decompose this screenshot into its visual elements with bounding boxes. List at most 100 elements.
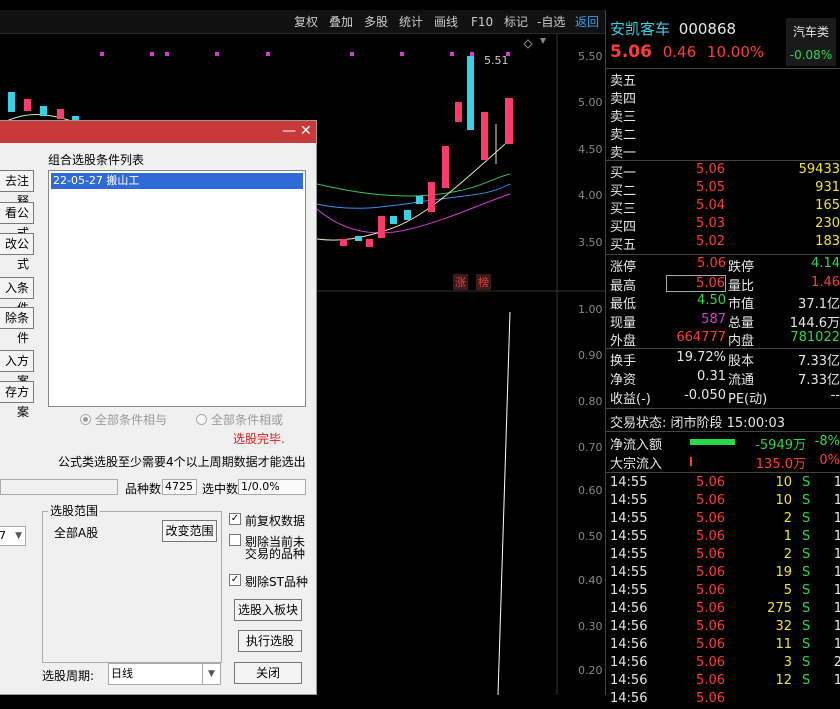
- progress-bar: [0, 479, 118, 495]
- radio-all-and[interactable]: 全部条件相与: [80, 411, 167, 428]
- ind-tick: 0.70: [578, 441, 603, 454]
- close-icon[interactable]: ✕: [300, 123, 312, 139]
- count-value: 4725: [162, 479, 197, 495]
- limit-up-tag: 涨: [453, 274, 468, 290]
- y-tick: 4.00: [578, 189, 603, 202]
- count-label: 品种数: [125, 482, 162, 496]
- remove-comment-button[interactable]: 去注释: [0, 170, 34, 208]
- stat-row: 最低 4.50 市值 37.1亿: [610, 293, 840, 313]
- ind-tick: 0.90: [578, 349, 603, 362]
- minimize-icon[interactable]: —: [282, 123, 296, 139]
- change-range-button[interactable]: 改变范围: [162, 520, 217, 542]
- toolbar-watchlist[interactable]: -自选: [537, 13, 565, 31]
- period-select[interactable]: 日线 ▼: [108, 663, 221, 685]
- ind-tick: 0.50: [578, 530, 603, 543]
- ask-4: 卖四: [610, 92, 637, 107]
- price-high-label: 5.51: [484, 54, 509, 67]
- bigflow-row: 大宗流入 135.0万 0%: [610, 453, 840, 472]
- tick-row: 14:56 5.06 3 S 2: [610, 655, 840, 670]
- range-group-label: 选股范围: [48, 502, 101, 519]
- stat-row: 净资 0.31 流通 7.33亿: [610, 369, 840, 388]
- add-condition-button[interactable]: 入条件: [0, 277, 34, 315]
- ind-tick: 0.40: [578, 574, 603, 587]
- ind-tick: 0.80: [578, 395, 603, 408]
- stat-row: 换手 19.72% 股本 7.33亿: [610, 350, 840, 369]
- save-plan-button[interactable]: 存方案: [0, 381, 34, 419]
- last-price: 5.06: [610, 42, 652, 62]
- combo-box[interactable]: 7 ▼: [0, 526, 26, 546]
- ind-tick: 0.30: [578, 620, 603, 633]
- status-text: 选股完毕.: [233, 432, 285, 446]
- close-button[interactable]: 关闭: [234, 662, 302, 684]
- stat-row: 外盘 664777 内盘 781022: [610, 330, 840, 350]
- ask-1: 卖一: [610, 146, 637, 161]
- range-value: 全部A股: [54, 526, 99, 540]
- price-row: 5.06 0.46 10.00%: [610, 42, 840, 62]
- tick-row: 14:55 5.06 5 S 1: [610, 583, 840, 598]
- period-label: 选股周期:: [42, 669, 95, 683]
- price-change: 0.46: [662, 43, 697, 61]
- condition-listbox[interactable]: 22-05-27 搬山工: [48, 170, 306, 407]
- toolbar-mark[interactable]: 标记: [504, 13, 528, 31]
- tick-row: 14:55 5.06 2 S 1: [610, 511, 840, 526]
- tick-row: 14:56 5.06 12 S 1: [610, 673, 840, 688]
- toolbar-multi-stock[interactable]: 多股: [364, 13, 388, 31]
- y-tick: 3.50: [578, 236, 603, 249]
- netflow-row: 净流入额 -5949万 -8%: [610, 434, 840, 453]
- tick-row: 14:55 5.06 10 S 1: [610, 475, 840, 490]
- bid-row: 买四 5.03 230: [610, 216, 840, 235]
- tick-row: 14:56 5.06 275 S 1: [610, 601, 840, 616]
- toolbar-overlay[interactable]: 叠加: [329, 13, 353, 31]
- toolbar-f10[interactable]: F10: [471, 13, 493, 31]
- toolbar-stats[interactable]: 统计: [399, 13, 423, 31]
- toolbar-draw[interactable]: 画线: [434, 13, 458, 31]
- sector-name: 汽车类: [792, 25, 829, 39]
- tick-row: 14:55 5.06 2 S 1: [610, 547, 840, 562]
- dialog-titlebar[interactable]: — ✕: [0, 121, 316, 143]
- stock-code: 000868: [678, 20, 737, 38]
- stat-row: 涨停 5.06 跌停 4.14: [610, 256, 840, 275]
- toolbar-back[interactable]: 返回: [575, 13, 599, 31]
- list-item[interactable]: 22-05-27 搬山工: [51, 173, 303, 189]
- stat-row: 收益(-) -0.050 PE(动) --: [610, 388, 840, 407]
- bid-row: 买五 5.02 183: [610, 234, 840, 253]
- y-tick: 5.00: [578, 96, 603, 109]
- stat-row: 最高 5.06 量比 1.46: [610, 274, 840, 294]
- triangle-icon: [540, 38, 546, 44]
- price-pct: 10.00%: [706, 43, 765, 61]
- tick-row: 14:56 5.06 11 S 1: [610, 637, 840, 652]
- ranking-tag: 榜: [476, 274, 491, 290]
- quote-panel: 安凯客车 000868 汽车类 -0.08% 5.06 0.46 10.00% …: [605, 10, 840, 706]
- netflow-bar: [690, 439, 735, 445]
- tick-row: 14:56 5.06: [610, 691, 725, 706]
- y-tick: 4.50: [578, 143, 603, 156]
- limit-markers: [100, 52, 510, 56]
- ind-tick: 0.60: [578, 484, 603, 497]
- view-formula-button[interactable]: 看公式: [0, 202, 34, 240]
- condition-list-title: 组合选股条件列表: [48, 153, 145, 167]
- combined-stock-picker-dialog: — ✕ 去注释 看公式 改公式 入条件 除条件 入方案 存方案 组合选股条件列表…: [0, 120, 317, 695]
- radio-all-or[interactable]: 全部条件相或: [196, 411, 283, 428]
- ind-tick: 0.20: [578, 664, 603, 677]
- note-text: 公式类选股至少需要4个以上周期数据才能选出: [58, 455, 306, 469]
- add-to-block-button[interactable]: 选股入板块: [234, 599, 302, 621]
- tick-row: 14:55 5.06 19 S 1: [610, 565, 840, 580]
- selected-value: 1/0.0%: [238, 479, 306, 495]
- indicator-line: [497, 311, 511, 695]
- selected-label: 选中数: [202, 482, 239, 496]
- bigflow-bar: [690, 457, 692, 466]
- load-plan-button[interactable]: 入方案: [0, 350, 34, 388]
- trade-status: 交易状态: 闭市阶段 15:00:03: [610, 416, 786, 431]
- tick-row: 14:56 5.06 32 S 1: [610, 619, 840, 634]
- diamond-icon: [523, 39, 533, 49]
- stock-name: 安凯客车: [610, 20, 671, 38]
- edit-formula-button[interactable]: 改公式: [0, 233, 34, 271]
- tick-row: 14:55 5.06 10 S 1: [610, 493, 840, 508]
- y-tick: 5.50: [578, 50, 603, 63]
- ask-3: 卖三: [610, 110, 637, 125]
- run-selection-button[interactable]: 执行选股: [238, 630, 302, 652]
- chart-toolbar: 复权 叠加 多股 统计 画线 F10 标记 -自选 返回: [0, 10, 605, 34]
- toolbar-fuquan[interactable]: 复权: [294, 13, 318, 31]
- remove-condition-button[interactable]: 除条件: [0, 307, 34, 345]
- ask-2: 卖二: [610, 128, 637, 143]
